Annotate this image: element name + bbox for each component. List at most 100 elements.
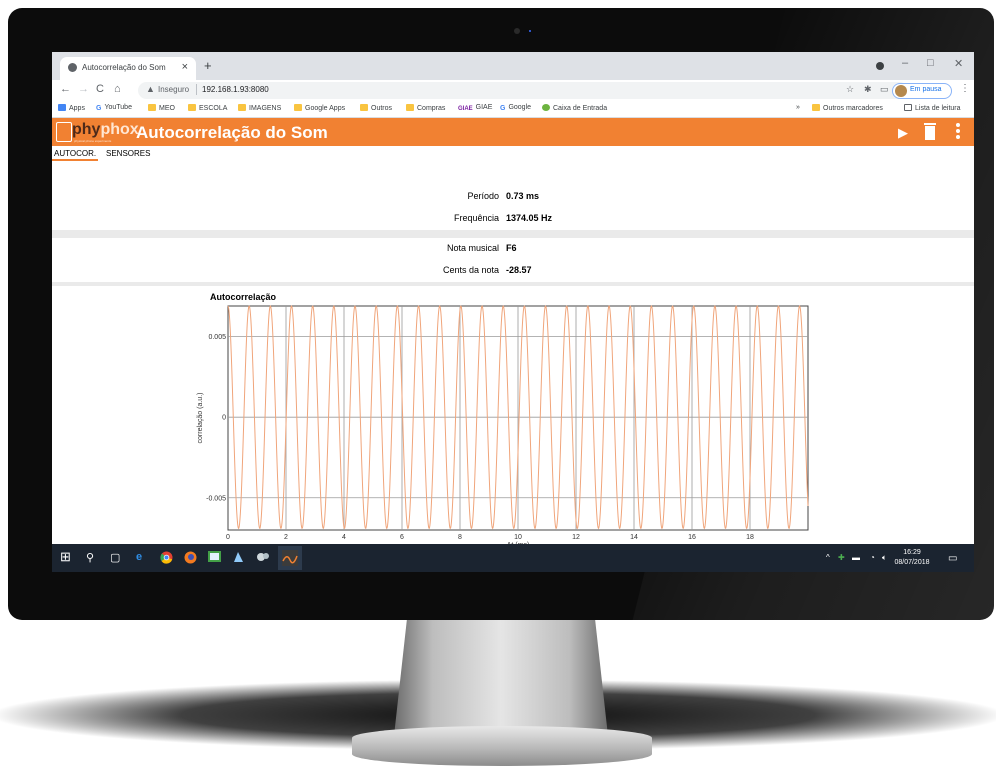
volume-icon[interactable]: 🔈︎: [882, 553, 887, 563]
home-button[interactable]: ⌂: [114, 83, 121, 95]
extensions-icon[interactable]: ✱: [864, 84, 872, 95]
search-icon[interactable]: ⚲: [86, 551, 94, 564]
x-tick-label: 10: [514, 534, 522, 541]
y-axis-label: correlação (a.u.): [197, 393, 204, 444]
bookmark-google-apps[interactable]: Google Apps: [294, 104, 345, 112]
bookmark-meo[interactable]: MEO: [148, 104, 175, 112]
security-label: Inseguro: [158, 85, 190, 94]
x-tick-label: 14: [630, 534, 638, 541]
clock-time: 16:29: [903, 549, 921, 556]
photos-icon[interactable]: [208, 551, 221, 565]
tab-sensores[interactable]: SENSORES: [106, 149, 150, 158]
network-icon[interactable]: ▬: [852, 553, 860, 562]
app-menu-button[interactable]: [956, 122, 960, 144]
app-icon[interactable]: [232, 551, 245, 566]
bookmark-giae[interactable]: GIAE GIAE: [458, 104, 492, 113]
bookmark-youtube[interactable]: G YouTube: [96, 104, 132, 112]
taskbar-clock[interactable]: 16:29 08/07/2018: [892, 548, 932, 568]
bookmark-caixa-de-entrada[interactable]: Caixa de Entrada: [542, 104, 607, 112]
cents-row: Cents da nota -28.57: [52, 260, 974, 282]
bookmarks-overflow-button[interactable]: »: [796, 104, 800, 111]
delete-button[interactable]: [924, 123, 936, 144]
period-row: Período 0.73 ms: [52, 186, 974, 208]
edge-icon[interactable]: e: [136, 551, 142, 563]
bookmark-google[interactable]: G Google: [500, 104, 531, 112]
folder-icon: [238, 104, 246, 111]
browser-tab[interactable]: Autocorrelação do Som ×: [60, 57, 196, 80]
giae-icon: GIAE: [458, 106, 473, 112]
not-secure-icon[interactable]: ▲: [146, 84, 155, 94]
close-window-button[interactable]: ✕: [954, 57, 963, 70]
page-title: Autocorrelação do Som: [136, 123, 328, 142]
forward-button[interactable]: →: [78, 83, 89, 95]
bookmark-outros[interactable]: Outros: [360, 104, 392, 112]
bookmark-imagens[interactable]: IMAGENS: [238, 104, 281, 112]
x-tick-label: 18: [746, 534, 754, 541]
x-tick-label: 0: [226, 534, 230, 541]
app-header: phyphox physical phone experiments Autoc…: [52, 118, 974, 146]
x-tick-label: 16: [688, 534, 696, 541]
app-icon[interactable]: [256, 551, 270, 566]
screen: Autocorrelação do Som × + – □ ✕ ← → C ⌂ …: [52, 52, 974, 572]
tab-close-icon[interactable]: ×: [182, 61, 188, 73]
tab-autocor[interactable]: AUTOCOR.: [54, 149, 96, 158]
tray-app-icon[interactable]: ✚: [838, 553, 845, 562]
reading-list[interactable]: Lista de leitura: [904, 104, 961, 112]
browser-menu-button[interactable]: ⋮: [960, 83, 970, 94]
autocorrelation-graph[interactable]: Autocorrelação 0 2 4 6 8 10 12 14 16 18 0.005 0 -0.0…: [52, 286, 974, 572]
task-view-icon[interactable]: ▢: [110, 551, 120, 564]
firefox-icon[interactable]: [184, 551, 197, 567]
autocorrelation-chart[interactable]: 0246810121416180.0050-0.005Δt (ms)correl…: [52, 286, 974, 572]
maximize-button[interactable]: □: [927, 57, 934, 69]
reading-list-icon: [904, 104, 912, 111]
bookmark-escola[interactable]: ESCOLA: [188, 104, 227, 112]
cast-icon[interactable]: ▭: [880, 84, 889, 95]
view-tabs: AUTOCOR. SENSORES: [52, 146, 974, 161]
folder-icon: [360, 104, 368, 111]
google-g-icon: G: [96, 105, 102, 112]
notifications-icon[interactable]: ▭: [948, 553, 957, 564]
note-row: Nota musical F6: [52, 238, 974, 260]
bookmark-apps[interactable]: Apps: [58, 104, 85, 112]
x-tick-label: 4: [342, 534, 346, 541]
note-value: F6: [506, 243, 517, 253]
period-value: 0.73 ms: [506, 191, 540, 201]
tab-search-icon[interactable]: [876, 62, 884, 70]
phyphox-logo: phyphox: [72, 121, 139, 138]
tray-chevron-icon[interactable]: ^: [826, 553, 830, 562]
avatar: [895, 85, 907, 97]
minimize-button[interactable]: –: [902, 57, 908, 69]
address-bar[interactable]: ▲ Inseguro 192.168.1.93:8080: [138, 82, 908, 99]
frequency-label: Frequência: [453, 213, 499, 223]
other-bookmarks[interactable]: Outros marcadores: [812, 104, 883, 112]
play-button[interactable]: ▶: [898, 125, 908, 141]
x-tick-label: 2: [284, 534, 288, 541]
bookmark-star-icon[interactable]: ☆: [846, 84, 854, 95]
profile-status: Em pausa: [910, 86, 942, 93]
tab-title: Autocorrelação do Som: [82, 63, 166, 72]
logo-subtitle: physical phone experiments: [74, 139, 112, 143]
address-separator: [196, 84, 197, 95]
back-button[interactable]: ←: [60, 83, 71, 95]
y-tick-label: 0: [222, 415, 226, 422]
windows-start-icon[interactable]: ⊞: [60, 549, 71, 565]
active-tab-indicator: [52, 159, 98, 161]
apps-grid-icon: [58, 104, 66, 111]
phyphox-logo-icon: [56, 122, 72, 142]
chrome-icon[interactable]: [160, 551, 173, 567]
phyphox-icon[interactable]: [278, 546, 302, 570]
y-tick-label: 0.005: [208, 334, 226, 341]
period-label: Período: [467, 191, 499, 201]
wifi-icon[interactable]: ◔: [870, 553, 875, 562]
url-text[interactable]: 192.168.1.93:8080: [202, 85, 269, 94]
google-g-icon: G: [500, 105, 506, 112]
x-tick-label: 8: [458, 534, 462, 541]
note-label: Nota musical: [446, 243, 499, 253]
bookmark-compras[interactable]: Compras: [406, 104, 445, 112]
x-tick-label: 12: [572, 534, 580, 541]
new-tab-button[interactable]: +: [204, 58, 212, 73]
monitor-stand-base: [352, 726, 652, 766]
reload-button[interactable]: C: [96, 83, 104, 95]
vertical-dots-icon: [956, 123, 960, 139]
profile-button[interactable]: Em pausa: [892, 83, 952, 99]
